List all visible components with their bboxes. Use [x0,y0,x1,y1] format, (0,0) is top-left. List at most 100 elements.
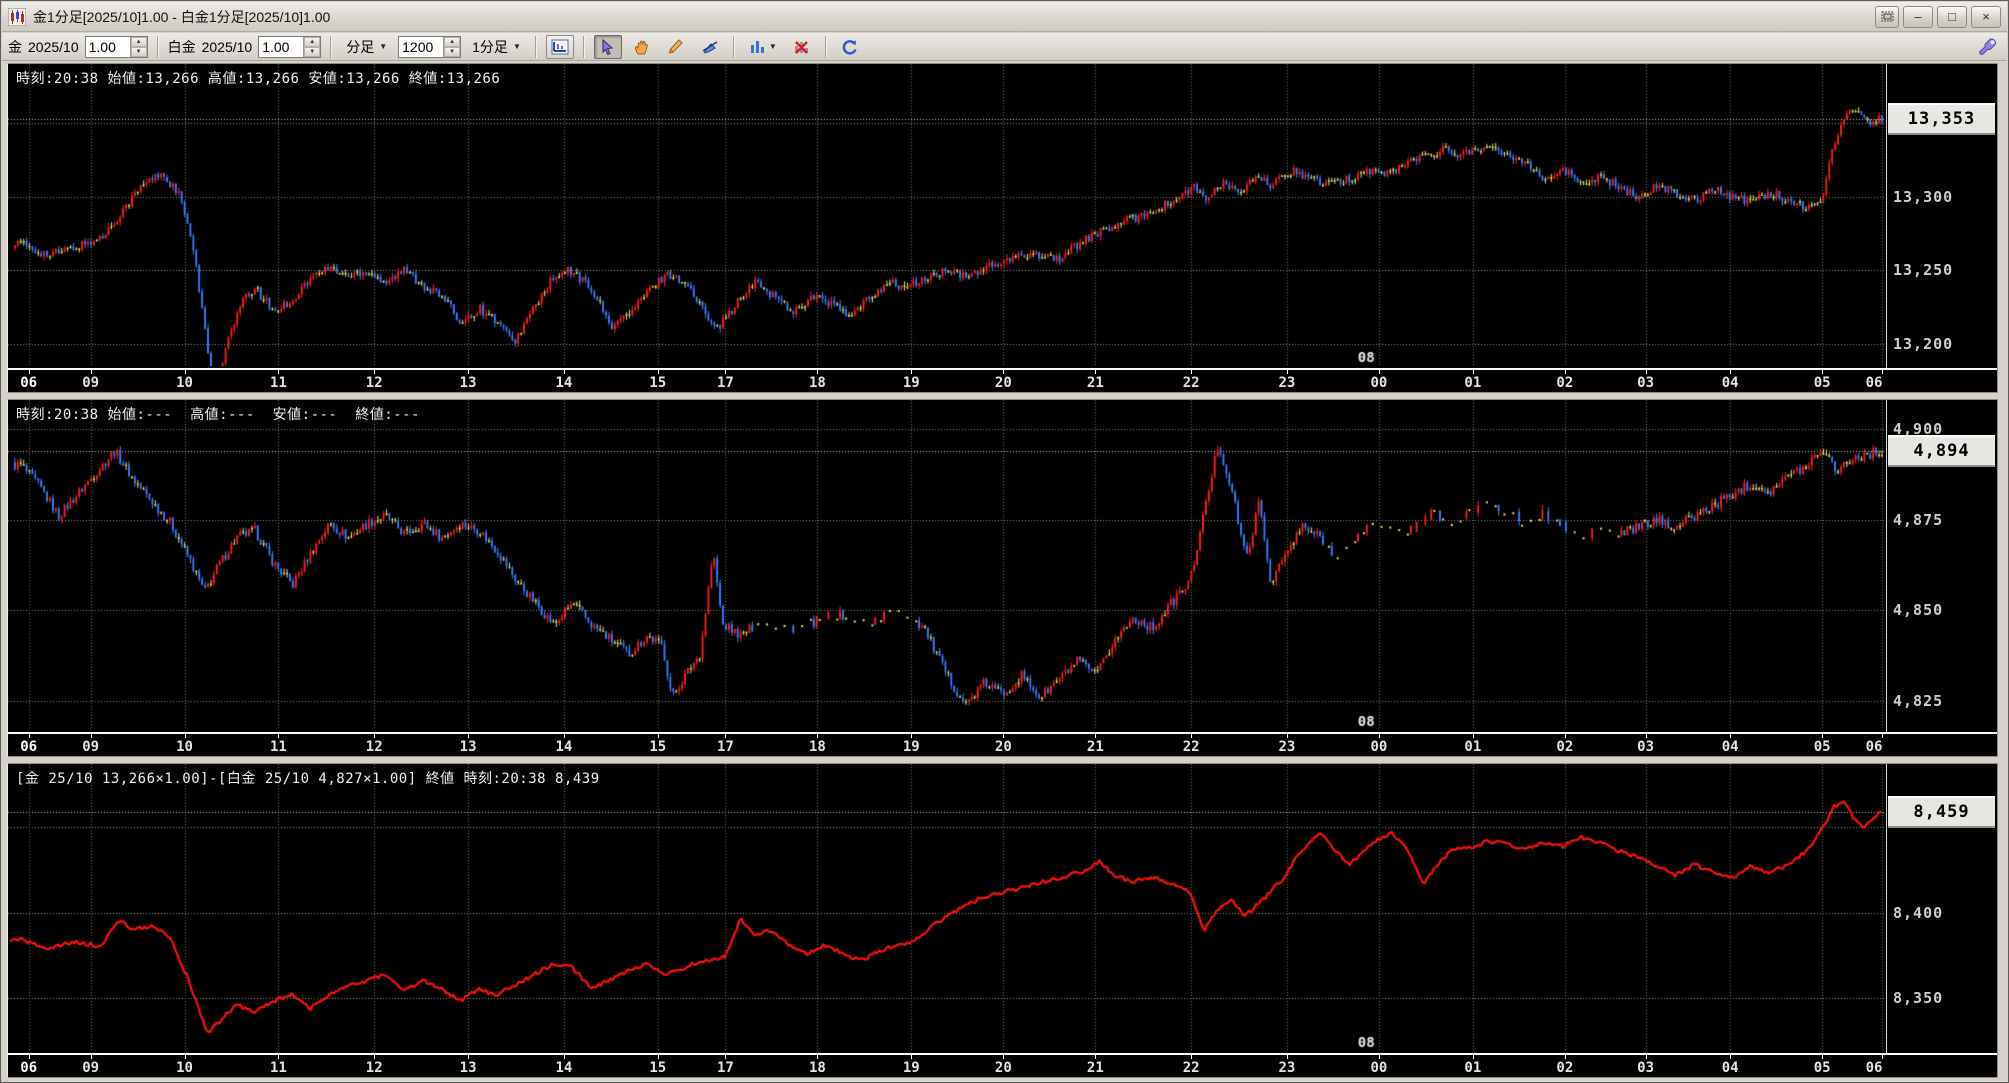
spread-time-axis[interactable]: 06 09 10 11 12 13 14 15 17 18 19 20 21 22 23 00 01 02 03 04… [8,1053,1997,1077]
time-tick-label: 02 [1556,375,1574,391]
period-dropdown-label: 1分足 [472,38,508,55]
axis-tick-mark [1286,1055,1288,1059]
plot-frame-line [1886,400,1887,732]
gold-ratio-input[interactable] [85,36,130,57]
time-tick-label: 02 [1556,1060,1574,1076]
gold-info-line: 時刻:20:38 始値:13,266 高値:13,266 安値:13,266 終… [16,71,501,87]
axis-tick-mark [1095,1055,1097,1059]
spread-chart-canvas[interactable] [8,764,1886,1051]
time-tick-label: 15 [649,375,667,391]
platinum-ratio-input[interactable] [259,36,304,57]
hand-icon [635,40,649,55]
axis-tick-mark [1286,370,1288,374]
delete-study-icon [795,40,809,54]
chart-type-dropdown-button[interactable]: ▼ [744,35,782,59]
title-bar[interactable]: 金1分足[2025/10]1.00 - 白金1分足[2025/10]1.00 –… [2,2,2007,32]
price-grid-label: 13,300 [1893,187,1954,206]
axis-tick-mark [90,370,92,374]
axis-tick-mark [1191,1055,1193,1059]
time-tick-label: 23 [1278,375,1296,391]
interval-dropdown[interactable]: 分足 ▼ [341,34,392,60]
gold-symbol-label: 金 [8,38,22,55]
time-tick-label: 21 [1086,739,1104,755]
time-tick-label: 20 [994,739,1012,755]
chevron-down-icon: ▼ [512,42,521,51]
minimize-button[interactable]: – [1903,5,1933,28]
chart-settings-button[interactable] [545,34,574,59]
time-tick-label: 06 [20,739,38,755]
candlestick-app-icon [7,7,27,26]
chart-panel-spread: [金 25/10 13,266×1.00]-[白金 25/10 4,827×1.… [7,763,1998,1078]
trendline-pencil-icon [702,40,718,54]
platinum-chart-canvas[interactable] [8,400,1886,730]
platinum-info-line: 時刻:20:38 始値:--- 高値:--- 安値:--- 終値:--- [16,407,420,423]
time-tick-label: 21 [1086,375,1104,391]
maximize-button[interactable]: □ [1937,5,1967,28]
time-tick-label: 13 [459,375,477,391]
plot-frame-line [1886,64,1887,368]
chart-settings-icon [551,39,569,54]
platinum-ratio-up-button[interactable]: ▲ [304,36,321,47]
toolbar-separator [732,35,735,58]
time-tick-label: 19 [902,1060,920,1076]
pencil-draw-tool-button[interactable] [662,35,690,59]
price-grid-label: 4,850 [1893,601,1944,620]
toolbar-separator [582,35,585,58]
axis-tick-mark [563,734,565,738]
bar-count-up-button[interactable]: ▲ [444,36,461,47]
time-tick-label: 06 [1865,1060,1883,1076]
price-grid-label: 8,350 [1893,989,1944,1008]
reload-icon [842,39,857,55]
axis-tick-mark [1822,734,1824,738]
time-tick-label: 22 [1182,1060,1200,1076]
float-window-button[interactable] [1875,5,1899,28]
close-button[interactable]: × [1971,5,2001,28]
time-tick-label: 00 [1370,1060,1388,1076]
axis-tick-mark [278,734,280,738]
time-tick-label: 03 [1637,375,1655,391]
axis-tick-mark [563,1055,565,1059]
platinum-ratio-spinner[interactable]: ▲▼ [258,35,322,58]
bar-count-down-button[interactable]: ▼ [444,46,461,57]
time-tick-label: 09 [82,375,100,391]
settings-wrench-icon[interactable] [1975,35,2001,59]
chevron-down-icon: ▼ [768,42,777,51]
time-tick-label: 18 [808,1060,826,1076]
spread-price-scale[interactable]: 8,459 8,400 8,350 [1888,764,1997,1053]
axis-tick-mark [657,1055,659,1059]
platinum-ratio-down-button[interactable]: ▼ [304,46,321,57]
price-grid-label: 13,200 [1893,334,1954,353]
axis-tick-mark [911,370,913,374]
pan-hand-tool-button[interactable] [628,35,656,59]
gold-price-scale[interactable]: 13,353 13,300 13,250 13,200 [1888,64,1997,368]
gold-time-axis[interactable]: 06 09 10 11 12 13 14 15 17 18 19 20 21 22 23 00 01 02 03 04… [8,368,1997,392]
gold-chart-canvas[interactable] [8,64,1886,366]
bar-count-input[interactable] [399,36,444,57]
gold-ratio-spinner[interactable]: ▲▼ [84,35,148,58]
time-tick-label: 05 [1813,739,1831,755]
axis-tick-mark [1822,1055,1824,1059]
gold-ratio-down-button[interactable]: ▼ [130,46,147,57]
platinum-time-axis[interactable]: 06 09 10 11 12 13 14 15 17 18 19 20 21 22 23 00 01 02 03 04… [8,732,1997,756]
delete-study-button[interactable] [788,35,816,59]
trendline-tool-button[interactable] [696,35,724,59]
axis-tick-mark [278,370,280,374]
axis-tick-mark [911,1055,913,1059]
gold-month-label: 2025/10 [28,38,79,55]
cursor-icon [602,38,614,55]
reload-chart-button[interactable] [836,35,864,59]
axis-tick-mark [28,370,30,374]
bar-count-spinner[interactable]: ▲▼ [398,35,462,58]
chart-panel-platinum: 時刻:20:38 始値:--- 高値:--- 安値:--- 終値:--- 4,8… [7,399,1998,757]
axis-tick-mark [90,734,92,738]
time-tick-label: 04 [1721,375,1739,391]
gold-ratio-up-button[interactable]: ▲ [130,36,147,47]
axis-tick-mark [468,370,470,374]
toolbar-separator [534,35,537,58]
time-tick-label: 04 [1721,739,1739,755]
platinum-price-scale[interactable]: 4,894 4,900 4,875 4,850 4,825 [1888,400,1997,732]
price-grid-label: 4,900 [1893,420,1944,438]
period-dropdown[interactable]: 1分足 ▼ [467,34,526,60]
time-tick-label: 01 [1464,739,1482,755]
cursor-tool-button[interactable] [593,34,622,59]
